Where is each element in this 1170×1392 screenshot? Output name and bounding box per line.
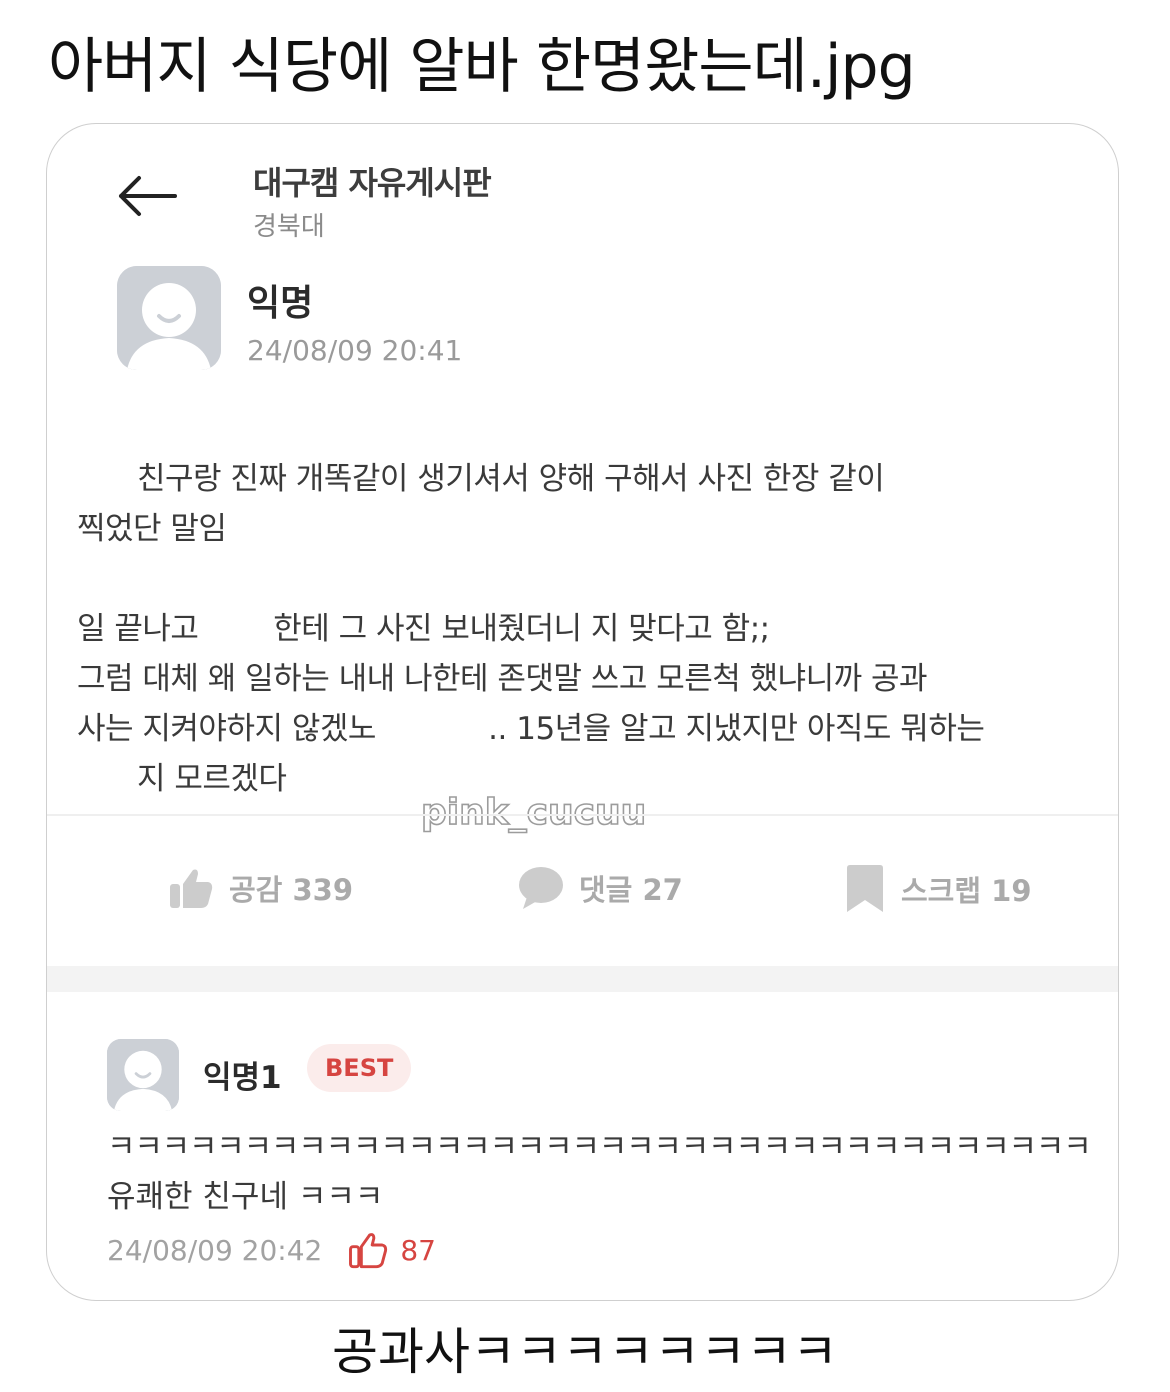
divider <box>47 814 1118 816</box>
comment-author: 익명1 <box>203 1060 282 1096</box>
comment-avatar[interactable] <box>107 1039 179 1111</box>
post-timestamp: 24/08/09 20:41 <box>247 334 463 367</box>
default-avatar-icon <box>117 266 221 370</box>
board-subtitle: 경북대 <box>253 212 325 242</box>
scrap-button[interactable]: 스크랩 19 <box>843 864 1032 914</box>
bookmark-icon <box>847 865 883 912</box>
like-count: 공감 339 <box>229 873 353 907</box>
watermark: pink_cucuu <box>420 791 647 834</box>
comment-like-count: 87 <box>400 1233 436 1267</box>
comment-line: 유쾌한 친구네 ㅋㅋㅋ <box>107 1179 384 1215</box>
speech-bubble-icon <box>519 867 563 909</box>
comment-timestamp: 24/08/09 20:42 <box>107 1233 323 1267</box>
section-divider <box>47 966 1118 992</box>
post-card: 대구캠 자유게시판 경북대 익명 24/08/09 20:41 친구랑 진짜 개… <box>46 123 1119 1301</box>
best-badge: BEST <box>307 1044 412 1092</box>
caption: 공과사ㅋㅋㅋㅋㅋㅋㅋㅋ <box>332 1323 838 1381</box>
board-title: 대구캠 자유게시판 <box>253 164 492 202</box>
post-line: 찍었단 말임 <box>77 511 227 547</box>
post-line: 그럼 대체 왜 일하는 내내 나한테 존댓말 쓰고 모른척 했냐니까 공과 <box>77 661 928 697</box>
post-body: 친구랑 진짜 개똑같이 생기셔서 양해 구해서 사진 한장 같이 찍었단 말임 … <box>77 454 1087 804</box>
post-actions: 공감 339 댓글 27 스크랩 19 <box>47 864 1118 924</box>
comment-body: ㅋㅋㅋㅋㅋㅋㅋㅋㅋㅋㅋㅋㅋㅋㅋㅋㅋㅋㅋㅋㅋㅋㅋㅋㅋㅋㅋㅋㅋㅋㅋㅋㅋㅋㅋㅋ 유쾌한… <box>107 1122 1097 1222</box>
thumbs-up-icon <box>170 869 213 908</box>
post-line: 사는 지켜야하지 않겠노 .. 15년을 알고 지냈지만 아직도 뭐하는 <box>77 711 985 747</box>
comment-meta: 24/08/09 20:42 87 <box>107 1230 436 1270</box>
arrow-left-icon <box>119 176 177 216</box>
comment-count: 댓글 27 <box>579 873 683 907</box>
comment-like-button[interactable]: 87 <box>348 1230 436 1270</box>
avatar[interactable] <box>117 266 221 370</box>
scrap-count: 스크랩 19 <box>901 874 1032 908</box>
post-author: 익명 <box>247 283 314 324</box>
page-title: 아버지 식당에 알바 한명왔는데.jpg <box>48 32 916 102</box>
thumbs-up-outline-icon <box>349 1233 388 1269</box>
post-line: 일 끝나고 한테 그 사진 보내줬더니 지 맞다고 함;; <box>77 611 770 647</box>
comment-button[interactable]: 댓글 27 <box>517 864 683 912</box>
like-button[interactable]: 공감 339 <box>167 864 353 912</box>
comment-line: ㅋㅋㅋㅋㅋㅋㅋㅋㅋㅋㅋㅋㅋㅋㅋㅋㅋㅋㅋㅋㅋㅋㅋㅋㅋㅋㅋㅋㅋㅋㅋㅋㅋㅋㅋㅋ <box>107 1129 1092 1165</box>
default-avatar-icon <box>107 1039 179 1111</box>
back-button[interactable] <box>111 170 183 222</box>
post-line: 친구랑 진짜 개똑같이 생기셔서 양해 구해서 사진 한장 같이 <box>137 461 885 497</box>
